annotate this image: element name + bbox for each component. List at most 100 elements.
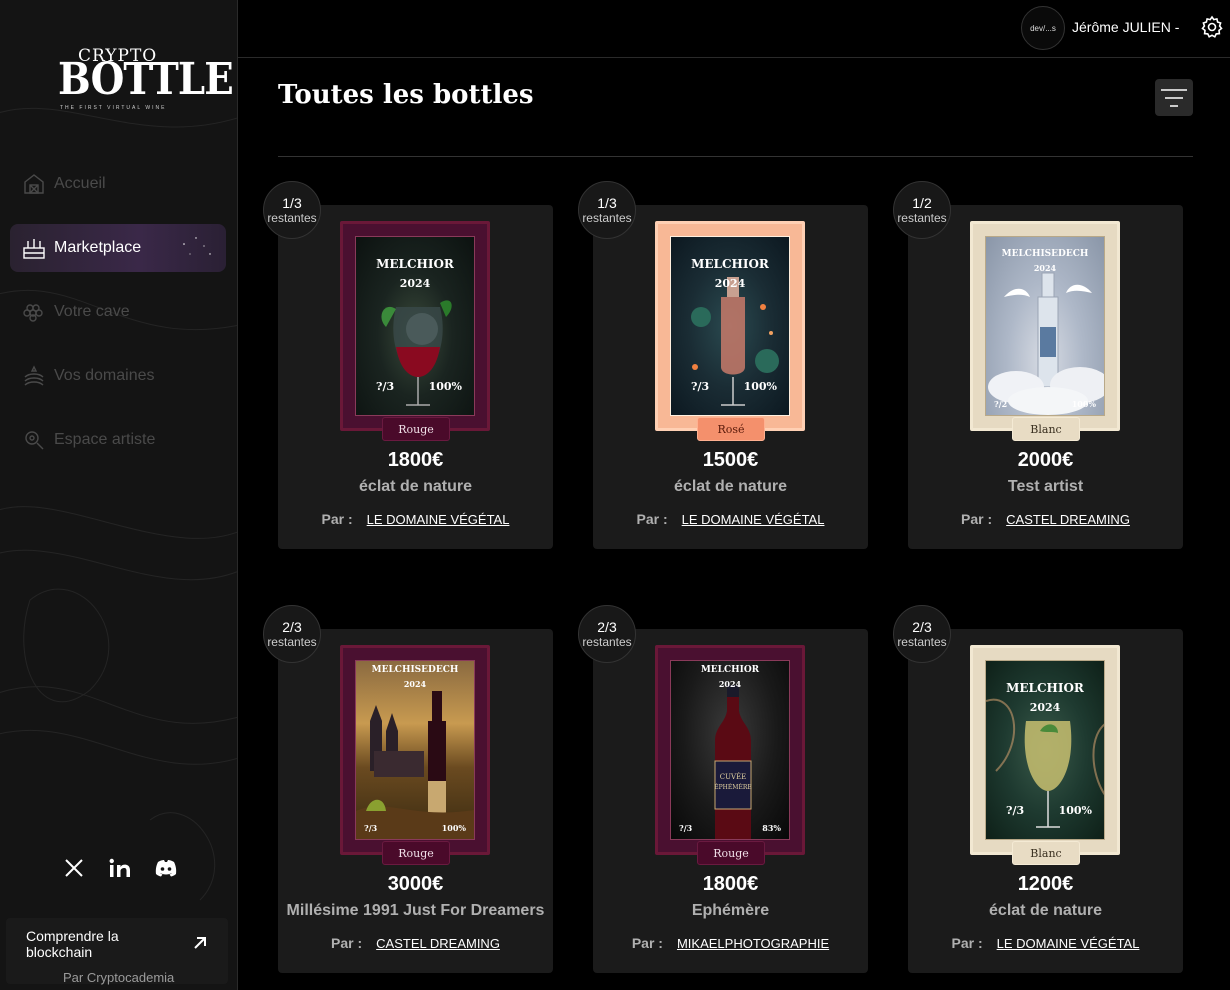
- label-percent: 83%: [762, 823, 781, 833]
- bottle-artwork[interactable]: MELCHISEDECH 2024 ?/2 100%: [970, 221, 1120, 431]
- by-label: Par :: [331, 935, 363, 951]
- remaining-label: restantes: [267, 635, 317, 649]
- bottle-price: 1800€: [387, 449, 444, 471]
- grapes-icon: [22, 300, 46, 324]
- label-count: ?/3: [691, 380, 710, 393]
- label-percent: 100%: [428, 380, 462, 393]
- bottle-name: Millésime 1991 Just For Dreamers: [286, 902, 545, 919]
- remaining-badge: 1/3 restantes: [263, 181, 321, 239]
- social-links: [62, 856, 178, 880]
- sidebar-item-espace-artiste[interactable]: Espace artiste: [10, 416, 226, 464]
- arrow-up-right-icon: [192, 935, 208, 954]
- bottle-artwork[interactable]: MELCHIOR 2024 ?/3 100%: [340, 221, 490, 431]
- bottle-name: éclat de nature: [674, 478, 787, 495]
- sidebar-item-label: Vos domaines: [54, 367, 155, 384]
- bottle-price: 1200€: [1017, 873, 1074, 895]
- logo-tagline: THE FIRST VIRTUAL WINE: [60, 105, 167, 111]
- remaining-badge: 2/3 restantes: [893, 605, 951, 663]
- domain-link[interactable]: LE DOMAINE VÉGÉTAL: [682, 512, 825, 527]
- sidebar-item-votre-cave[interactable]: Votre cave: [10, 288, 226, 336]
- bottle-producer: Par : CASTEL DREAMING: [278, 935, 553, 951]
- sparkles-decoration: [183, 237, 211, 255]
- bottle-artwork[interactable]: MELCHIOR 2024 ?/3 100%: [970, 645, 1120, 855]
- bottle-producer: Par : LE DOMAINE VÉGÉTAL: [593, 511, 868, 527]
- label-name: MELCHIOR: [691, 257, 769, 271]
- label-count: ?/3: [1006, 804, 1025, 817]
- sidebar-item-label: Accueil: [54, 175, 106, 192]
- label-percent: 100%: [441, 823, 466, 833]
- sidebar-item-label: Espace artiste: [54, 431, 156, 448]
- bottle-name: éclat de nature: [989, 902, 1102, 919]
- sidebar-item-marketplace[interactable]: Marketplace: [10, 224, 226, 272]
- label-year: 2024: [399, 277, 431, 290]
- sidebar-item-vos-domaines[interactable]: Vos domaines: [10, 352, 226, 400]
- label-year: 2024: [1033, 263, 1057, 273]
- title-divider: [278, 156, 1193, 157]
- label-year: 2024: [714, 277, 746, 290]
- bottle-card[interactable]: MELCHISEDECH 2024 ?/3 100% Rouge 3000€ M…: [278, 629, 553, 973]
- remaining-count: 1/3: [282, 195, 302, 211]
- bottle-artwork[interactable]: MELCHIOR 2024 ?/3 100%: [655, 221, 805, 431]
- remaining-label: restantes: [897, 211, 947, 225]
- label-percent: 100%: [1058, 804, 1092, 817]
- wine-rack-icon: [22, 236, 46, 260]
- bottle-name: Ephémère: [691, 902, 770, 919]
- gear-icon[interactable]: [1200, 15, 1224, 39]
- domain-link[interactable]: CASTEL DREAMING: [376, 936, 500, 951]
- x-icon[interactable]: [62, 856, 86, 880]
- domain-link[interactable]: MIKAELPHOTOGRAPHIE: [677, 936, 829, 951]
- label-name: MELCHIOR: [376, 257, 454, 271]
- remaining-badge: 2/3 restantes: [578, 605, 636, 663]
- bottle-producer: Par : LE DOMAINE VÉGÉTAL: [278, 511, 553, 527]
- remaining-count: 1/3: [597, 195, 617, 211]
- label-name: MELCHISEDECH: [371, 665, 459, 675]
- label-count: ?/2: [994, 399, 1008, 409]
- bottle-artwork[interactable]: CUVÉE ÉPHÉMÈRE MELCHIOR 2024 ?/3 83%: [655, 645, 805, 855]
- remaining-badge: 1/3 restantes: [578, 181, 636, 239]
- bottle-card[interactable]: MELCHISEDECH 2024 ?/2 100% Blanc 2000€ T…: [908, 205, 1183, 549]
- label-year: 2024: [1029, 701, 1061, 714]
- label-count: ?/3: [376, 380, 395, 393]
- label-name: MELCHIOR: [1006, 681, 1084, 695]
- bottle-producer: Par : MIKAELPHOTOGRAPHIE: [593, 935, 868, 951]
- bottle-artwork[interactable]: MELCHISEDECH 2024 ?/3 100%: [340, 645, 490, 855]
- remaining-label: restantes: [582, 211, 632, 225]
- svg-text:ÉPHÉMÈRE: ÉPHÉMÈRE: [714, 783, 751, 791]
- bottle-card[interactable]: MELCHIOR 2024 ?/3 100% Blanc 1200€ éclat…: [908, 629, 1183, 973]
- linkedin-icon[interactable]: [108, 856, 132, 880]
- remaining-count: 2/3: [282, 619, 302, 635]
- top-bar: dev/...s Jérôme JULIEN -: [238, 0, 1230, 58]
- label-name: MELCHIOR: [700, 665, 760, 675]
- domain-link[interactable]: CASTEL DREAMING: [1006, 512, 1130, 527]
- svg-text:CUVÉE: CUVÉE: [720, 772, 747, 781]
- bottle-card[interactable]: MELCHIOR 2024 ?/3 100% Rosé 1500€ éclat …: [593, 205, 868, 549]
- remaining-label: restantes: [582, 635, 632, 649]
- wine-type-tag: Rouge: [382, 417, 450, 441]
- remaining-label: restantes: [267, 211, 317, 225]
- remaining-label: restantes: [897, 635, 947, 649]
- label-year: 2024: [718, 679, 742, 689]
- bottle-card[interactable]: CUVÉE ÉPHÉMÈRE MELCHIOR 2024 ?/3 83% Rou…: [593, 629, 868, 973]
- sidebar-item-label: Marketplace: [54, 239, 142, 256]
- domain-link[interactable]: LE DOMAINE VÉGÉTAL: [367, 512, 510, 527]
- sidebar-item-accueil[interactable]: Accueil: [10, 160, 226, 208]
- bottle-price: 2000€: [1017, 449, 1074, 471]
- wine-type-tag: Rosé: [697, 417, 765, 441]
- avatar[interactable]: dev/...s: [1021, 6, 1065, 50]
- filter-button[interactable]: [1155, 79, 1193, 116]
- label-name: MELCHISEDECH: [1001, 249, 1089, 259]
- learn-blockchain-subtitle: Par Cryptocademia: [63, 970, 175, 985]
- by-label: Par :: [636, 511, 668, 527]
- wine-type-tag: Rouge: [382, 841, 450, 865]
- page-title: Toutes les bottles: [278, 80, 534, 110]
- user-name[interactable]: Jérôme JULIEN -: [1072, 19, 1179, 35]
- learn-blockchain-card[interactable]: Comprendre la blockchain Par Cryptocadem…: [6, 918, 228, 985]
- discord-icon[interactable]: [154, 856, 178, 880]
- sidebar-item-label: Votre cave: [54, 303, 130, 320]
- learn-blockchain-label: Comprendre la blockchain: [26, 928, 119, 960]
- bottle-card[interactable]: MELCHIOR 2024 ?/3 100% Rouge 1800€ éclat…: [278, 205, 553, 549]
- domain-link[interactable]: LE DOMAINE VÉGÉTAL: [997, 936, 1140, 951]
- cryptobottle-logo[interactable]: CRYPTO BOTTLE THE FIRST VIRTUAL WINE: [56, 44, 234, 116]
- wine-type-tag: Blanc: [1012, 841, 1080, 865]
- learn-blockchain-title[interactable]: Comprendre la blockchain: [26, 928, 208, 960]
